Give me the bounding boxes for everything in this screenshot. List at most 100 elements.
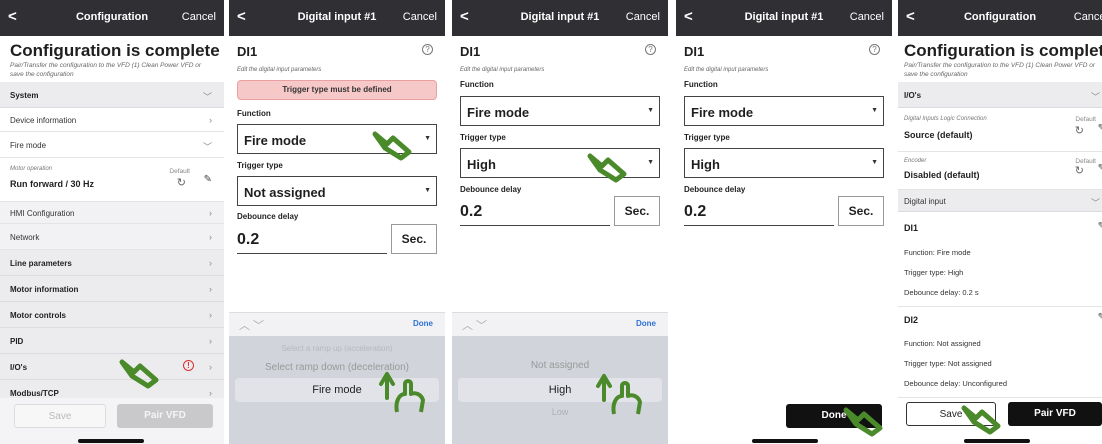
cancel-button[interactable]: Cancel: [182, 11, 216, 23]
done-button[interactable]: Done: [636, 319, 656, 328]
caret-down-icon: ▼: [424, 135, 431, 142]
debounce-label: Debounce delay: [460, 185, 522, 194]
home-indicator: [752, 439, 818, 443]
top-bar: < Digital input #1 Cancel: [452, 0, 668, 36]
trigger-type-value: Not assigned: [244, 185, 326, 200]
row-encoder: Encoder Disabled (default) Default ↻ ✎: [898, 152, 1102, 190]
edit-caption: Edit the digital input parameters: [237, 67, 322, 73]
row-motor-information[interactable]: Motor information ›: [0, 276, 224, 302]
picker-option[interactable]: Not assigned: [452, 360, 668, 371]
picker-toolbar: ︿ ﹀ Done: [452, 312, 668, 336]
input-title: DI1: [237, 44, 258, 59]
reset-icon[interactable]: ↻: [177, 176, 186, 189]
cancel-button[interactable]: Cancel: [1074, 11, 1102, 23]
row-fire-mode[interactable]: Fire mode ﹀: [0, 132, 224, 158]
digital-input-screen-error: < Digital input #1 Cancel DI1 ? Edit the…: [229, 0, 445, 444]
done-button[interactable]: Done: [413, 319, 433, 328]
page-title: Configuration is complete: [904, 41, 1102, 60]
function-select[interactable]: Fire mode ▼: [460, 96, 660, 126]
row-device-information[interactable]: Device information ›: [0, 108, 224, 132]
pair-vfd-button[interactable]: Pair VFD: [117, 404, 213, 428]
trigger-type-select[interactable]: High ▼: [684, 148, 884, 178]
picker-option[interactable]: Select a ramp up (acceleration): [229, 344, 445, 353]
unit-label: Sec.: [614, 196, 660, 226]
pencil-icon[interactable]: ✎: [204, 174, 212, 185]
debounce-value: 0.2: [684, 203, 707, 220]
page-subtitle: Pair/Transfer the configuration to the V…: [10, 62, 201, 78]
function-value: Fire mode: [467, 105, 530, 120]
row-ios[interactable]: I/O's ! ›: [0, 354, 224, 380]
edit-caption: Edit the digital input parameters: [684, 67, 769, 73]
caret-down-icon: ▼: [647, 107, 654, 114]
debounce-value: 0.2: [460, 203, 483, 220]
function-value: Fire mode: [691, 105, 754, 120]
debounce-label: Debounce delay: [684, 185, 746, 194]
row-motor-controls[interactable]: Motor controls ›: [0, 302, 224, 328]
motor-operation-value: Run forward / 30 Hz: [10, 179, 95, 189]
di2-debounce: Debounce delay: Unconfigured: [904, 379, 1007, 388]
section-digital-input[interactable]: Digital input ﹀: [898, 190, 1102, 212]
help-icon[interactable]: ?: [645, 44, 656, 55]
function-select[interactable]: Fire mode ▼: [684, 96, 884, 126]
alert-icon: !: [183, 360, 194, 371]
debounce-input[interactable]: 0.2: [460, 196, 610, 226]
di2-trigger: Trigger type: Not assigned: [904, 359, 992, 368]
save-button[interactable]: Save: [14, 404, 106, 428]
cancel-button[interactable]: Cancel: [403, 11, 437, 23]
footer-bar: Save Pair VFD: [0, 398, 224, 444]
pencil-icon[interactable]: ✎: [1098, 221, 1102, 232]
pencil-icon[interactable]: ✎: [1098, 163, 1102, 174]
help-icon[interactable]: ?: [869, 44, 880, 55]
section-system[interactable]: System ﹀: [0, 82, 224, 108]
row-hmi-configuration[interactable]: HMI Configuration ›: [0, 202, 224, 224]
top-bar: < Digital input #1 Cancel: [676, 0, 892, 36]
row-label: Motor controls: [10, 311, 66, 320]
pencil-icon[interactable]: ✎: [1098, 312, 1102, 323]
home-indicator: [964, 439, 1030, 443]
di1-function: Function: Fire mode: [904, 248, 971, 257]
pair-vfd-button[interactable]: Pair VFD: [1008, 402, 1102, 426]
row-motor-operation: Motor operation Run forward / 30 Hz Defa…: [0, 158, 224, 202]
swipe-up-hand-icon: [596, 374, 642, 415]
card-di1: DI1 ✎ Function: Fire mode Trigger type: …: [898, 212, 1102, 316]
trigger-type-label: Trigger type: [460, 133, 506, 142]
trigger-type-select[interactable]: High ▼: [460, 148, 660, 178]
caret-down-icon: ▼: [424, 187, 431, 194]
trigger-type-select[interactable]: Not assigned ▼: [237, 176, 437, 206]
cancel-button[interactable]: Cancel: [850, 11, 884, 23]
encoder-caption: Encoder: [904, 158, 927, 164]
top-bar: < Configuration Cancel: [898, 0, 1102, 36]
reset-icon[interactable]: ↻: [1075, 124, 1084, 137]
chevron-right-icon: ›: [209, 310, 212, 320]
row-network[interactable]: Network ›: [0, 224, 224, 250]
tap-hand-icon: [843, 407, 883, 437]
chevron-down-icon: ﹀: [202, 142, 212, 152]
page-subtitle: Pair/Transfer the configuration to the V…: [904, 62, 1095, 78]
digital-input-screen-trigger: < Digital input #1 Cancel DI1 ? Edit the…: [452, 0, 668, 444]
row-label: Fire mode: [10, 141, 47, 150]
pencil-icon[interactable]: ✎: [1098, 123, 1102, 134]
chevron-right-icon: ›: [209, 284, 212, 294]
help-icon[interactable]: ?: [422, 44, 433, 55]
row-label: Network: [10, 233, 40, 242]
trigger-type-label: Trigger type: [237, 161, 283, 170]
top-bar: < Configuration Cancel: [0, 0, 224, 36]
reset-icon[interactable]: ↻: [1075, 164, 1084, 177]
row-label: Digital input: [904, 197, 946, 206]
debounce-input[interactable]: 0.2: [684, 196, 834, 226]
swipe-up-hand-icon: [379, 372, 425, 413]
row-label: I/O's: [904, 91, 922, 100]
trigger-type-value: High: [467, 157, 496, 172]
row-pid[interactable]: PID ›: [0, 328, 224, 354]
debounce-input[interactable]: 0.2: [237, 224, 387, 254]
picker-nav-arrows-icon[interactable]: ︿ ﹀: [462, 317, 487, 333]
screen-title: Configuration: [963, 11, 1037, 23]
trigger-type-value: High: [691, 157, 720, 172]
cancel-button[interactable]: Cancel: [626, 11, 660, 23]
top-bar: < Digital input #1 Cancel: [229, 0, 445, 36]
row-line-parameters[interactable]: Line parameters ›: [0, 250, 224, 276]
chevron-right-icon: ›: [209, 208, 212, 218]
section-ios[interactable]: I/O's ﹀: [898, 82, 1102, 108]
chevron-right-icon: ›: [209, 336, 212, 346]
picker-nav-arrows-icon[interactable]: ︿ ﹀: [239, 317, 264, 333]
